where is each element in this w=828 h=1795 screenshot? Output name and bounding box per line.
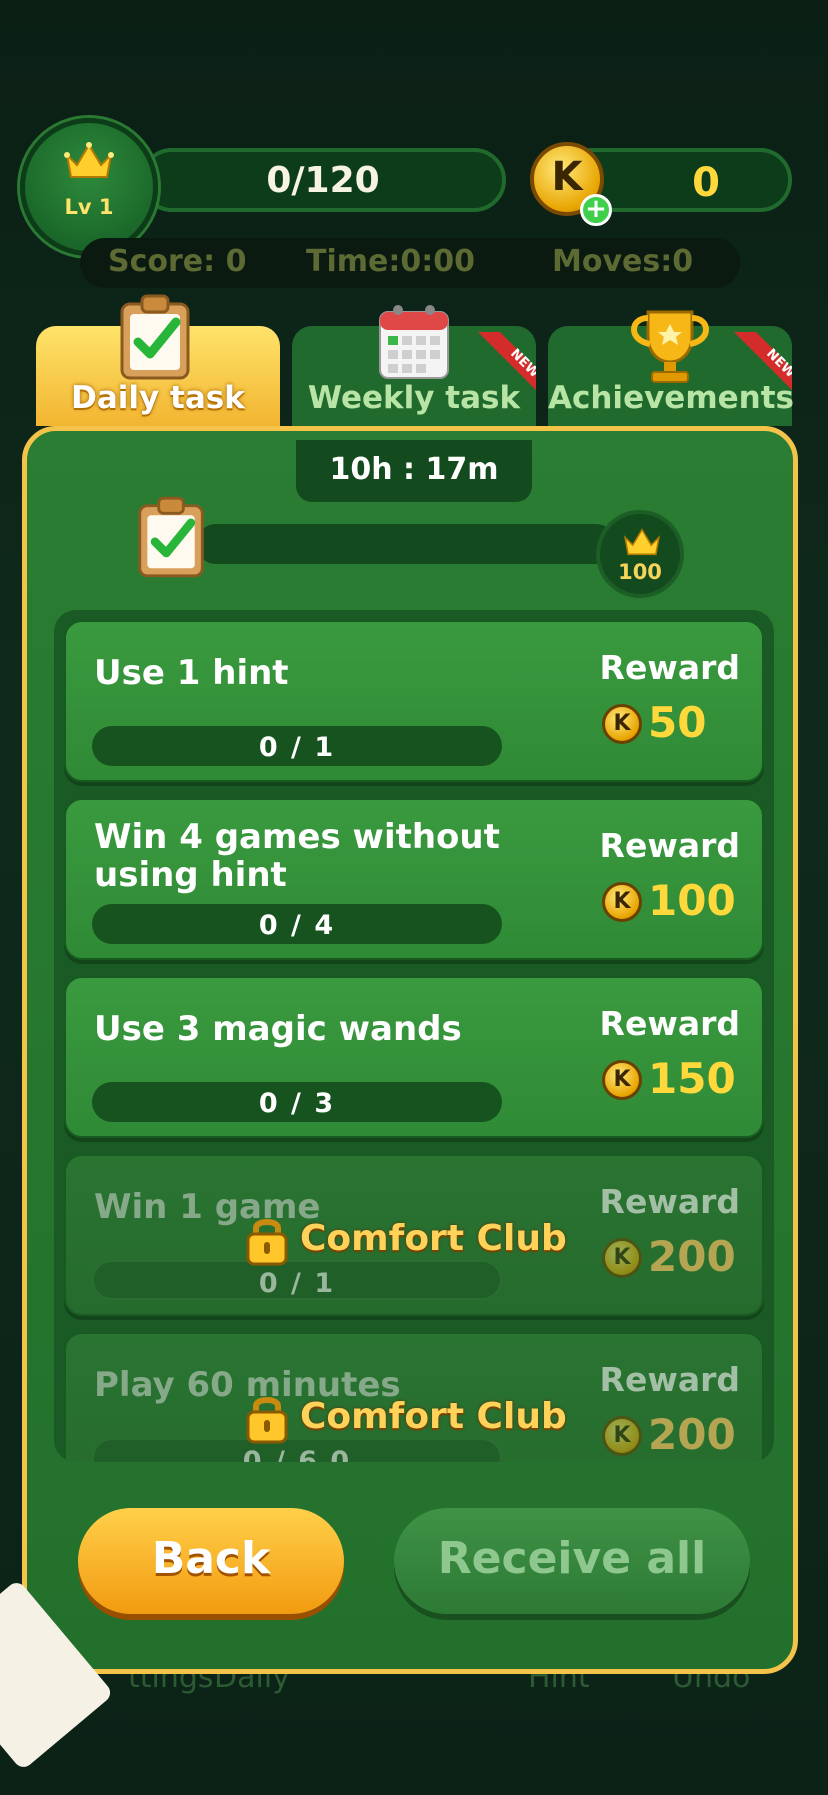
reward-value: 100 xyxy=(648,876,736,925)
calendar-icon xyxy=(379,305,449,379)
add-coins-button[interactable]: + xyxy=(580,194,612,226)
task-progress-bar: 0 / 4 xyxy=(92,904,502,944)
milestone-value: 100 xyxy=(618,560,662,584)
task-title: Use 1 hint xyxy=(94,653,289,693)
task-progress-text: 0 / 1 xyxy=(258,732,336,763)
back-button[interactable]: Back xyxy=(78,1508,344,1614)
level-label: Lv 1 xyxy=(64,195,114,219)
comfort-club-lock[interactable]: Comfort Club xyxy=(246,1212,606,1268)
comfort-club-lock[interactable]: Comfort Club xyxy=(246,1390,606,1446)
task-card[interactable]: Use 3 magic wands 0 / 3 Reward K 150 xyxy=(64,976,764,1138)
crown-icon xyxy=(64,142,114,178)
task-progress-text: 0 / 4 xyxy=(258,910,336,941)
reward-label: Reward xyxy=(599,1004,740,1043)
reward-value: 200 xyxy=(648,1232,736,1281)
moves-stat: Moves:0 xyxy=(552,244,694,279)
time-stat: Time:0:00 xyxy=(306,244,475,279)
new-ribbon-achievements: NEW xyxy=(734,332,792,390)
daily-progress-clipboard-icon xyxy=(138,496,204,578)
task-progress-text: 0 / 1 xyxy=(258,1268,336,1299)
new-ribbon-weekly: NEW xyxy=(478,332,536,390)
trophy-icon xyxy=(631,310,709,383)
task-card-locked[interactable]: Win 1 game 0 / 1 Reward K 200 Comfort Cl… xyxy=(64,1154,764,1316)
level-badge[interactable]: Lv 1 xyxy=(20,118,158,256)
reward-coin-icon: K xyxy=(602,704,642,744)
reward-coin-icon: K xyxy=(602,1238,642,1278)
xp-progress-text: 0/120 xyxy=(266,160,380,201)
reward-coin-icon: K xyxy=(602,1416,642,1456)
reward-label: Reward xyxy=(599,1182,740,1221)
reward-value: 50 xyxy=(648,698,707,747)
reward-label: Reward xyxy=(599,1360,740,1399)
task-progress-bar: 0 / 1 xyxy=(92,726,502,766)
reward-value: 200 xyxy=(648,1410,736,1459)
reward-label: Reward xyxy=(599,648,740,687)
stats-bar: Score: 0 Time:0:00 Moves:0 xyxy=(80,238,740,288)
task-progress-text: 0 / 3 xyxy=(258,1088,336,1119)
task-progress-bar: 0 / 3 xyxy=(92,1082,502,1122)
comfort-club-label: Comfort Club xyxy=(300,1218,567,1259)
receive-all-button[interactable]: Receive all xyxy=(394,1508,750,1614)
reset-timer: 10h : 17m xyxy=(296,440,532,502)
task-card[interactable]: Win 4 games without using hint 0 / 4 Rew… xyxy=(64,798,764,960)
lock-icon xyxy=(246,1219,288,1266)
score-stat: Score: 0 xyxy=(108,244,247,279)
reset-timer-text: 10h : 17m xyxy=(329,452,499,487)
lock-icon xyxy=(246,1397,288,1444)
reward-coin-icon: K xyxy=(602,882,642,922)
daily-milestone-chest[interactable]: 100 xyxy=(596,510,684,598)
clipboard-check-icon xyxy=(120,294,190,380)
task-card-locked[interactable]: Play 60 minutes 0 / 6 0 Reward K 200 Com… xyxy=(64,1332,764,1462)
milestone-crown-icon xyxy=(623,528,661,556)
reward-coin-icon: K xyxy=(602,1060,642,1100)
comfort-club-label: Comfort Club xyxy=(300,1396,567,1437)
task-card[interactable]: Use 1 hint 0 / 1 Reward K 50 xyxy=(64,620,764,782)
task-progress-text: 0 / 6 0 xyxy=(242,1446,352,1462)
task-title: Win 4 games without using hint xyxy=(94,817,500,895)
coin-balance-value: 0 xyxy=(692,160,720,206)
task-title: Use 3 magic wands xyxy=(94,1009,462,1049)
daily-progress-track xyxy=(196,524,616,564)
task-list[interactable]: Use 1 hint 0 / 1 Reward K 50 Win 4 games… xyxy=(54,610,774,1462)
reward-label: Reward xyxy=(599,826,740,865)
reward-value: 150 xyxy=(648,1054,736,1103)
xp-progress-bar: 0/120 xyxy=(140,148,506,212)
tab-daily-task-label: Daily task xyxy=(71,380,245,416)
